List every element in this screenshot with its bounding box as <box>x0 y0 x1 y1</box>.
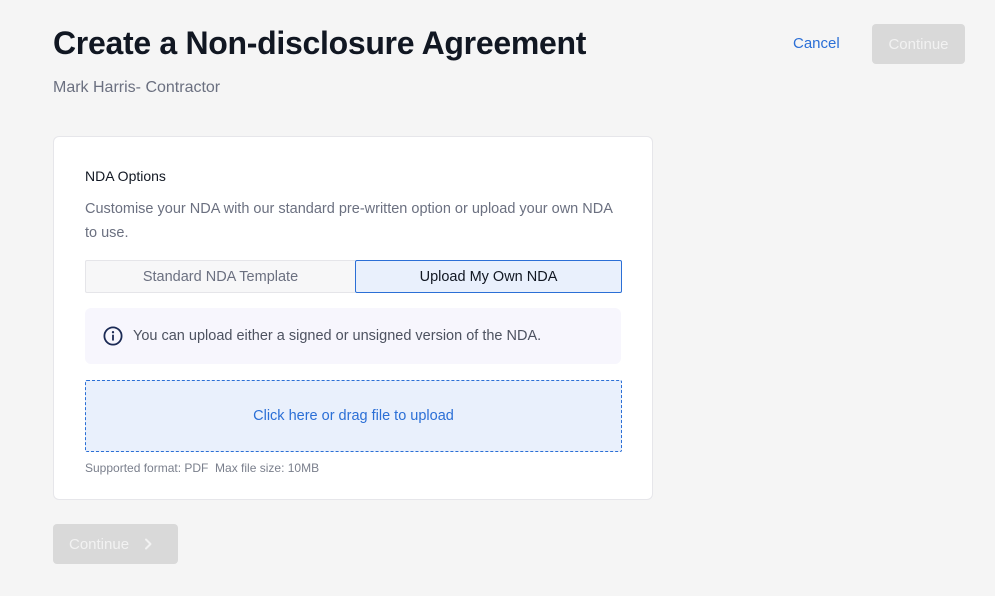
continue-button-top[interactable]: Continue <box>872 24 965 64</box>
file-upload-dropzone[interactable]: Click here or drag file to upload <box>85 380 622 452</box>
supported-format-note: Supported format: PDF Max file size: 10M… <box>85 461 320 475</box>
nda-option-toggle: Standard NDA Template Upload My Own NDA <box>85 260 622 293</box>
upload-label: Click here or drag file to upload <box>253 408 454 424</box>
info-circle-icon <box>103 326 123 346</box>
cancel-link[interactable]: Cancel <box>793 35 840 52</box>
page-title: Create a Non-disclosure Agreement <box>53 25 587 61</box>
card-description: Customise your NDA with our standard pre… <box>85 201 613 241</box>
chevron-right-icon <box>143 537 153 551</box>
option-upload-own[interactable]: Upload My Own NDA <box>355 260 622 293</box>
continue-label: Continue <box>69 535 130 553</box>
continue-button-bottom[interactable]: Continue <box>53 524 178 564</box>
option-standard-template[interactable]: Standard NDA Template <box>85 260 355 293</box>
info-text: You can upload either a signed or unsign… <box>133 328 542 344</box>
nda-options-card: NDA Options Customise your NDA with our … <box>53 136 653 500</box>
card-heading: NDA Options <box>85 168 166 184</box>
info-banner: You can upload either a signed or unsign… <box>85 308 621 364</box>
page: Create a Non-disclosure Agreement Mark H… <box>0 0 995 596</box>
page-subtitle: Mark Harris- Contractor <box>53 79 221 96</box>
